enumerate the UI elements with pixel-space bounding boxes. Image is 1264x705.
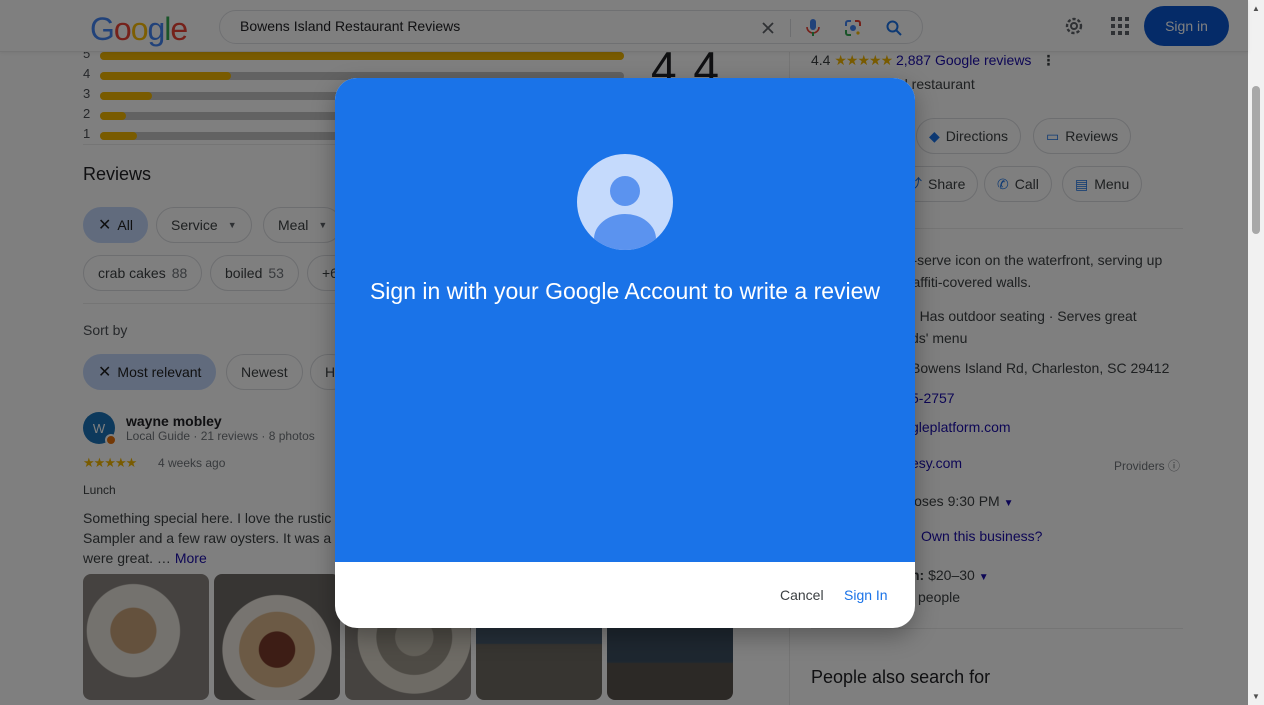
sign-in-button[interactable]: Sign In: [844, 587, 888, 603]
dialog-title: Sign in with your Google Account to writ…: [369, 278, 881, 304]
page-scrollbar[interactable]: ▲ ▼: [1248, 0, 1264, 705]
sign-in-dialog: Sign in with your Google Account to writ…: [335, 78, 915, 628]
scroll-down-icon[interactable]: ▼: [1252, 692, 1260, 701]
dialog-header-panel: Sign in with your Google Account to writ…: [335, 78, 915, 562]
scroll-up-icon[interactable]: ▲: [1252, 4, 1260, 13]
cancel-button[interactable]: Cancel: [780, 587, 824, 603]
account-avatar-icon: [577, 154, 673, 250]
scroll-thumb[interactable]: [1252, 86, 1260, 234]
